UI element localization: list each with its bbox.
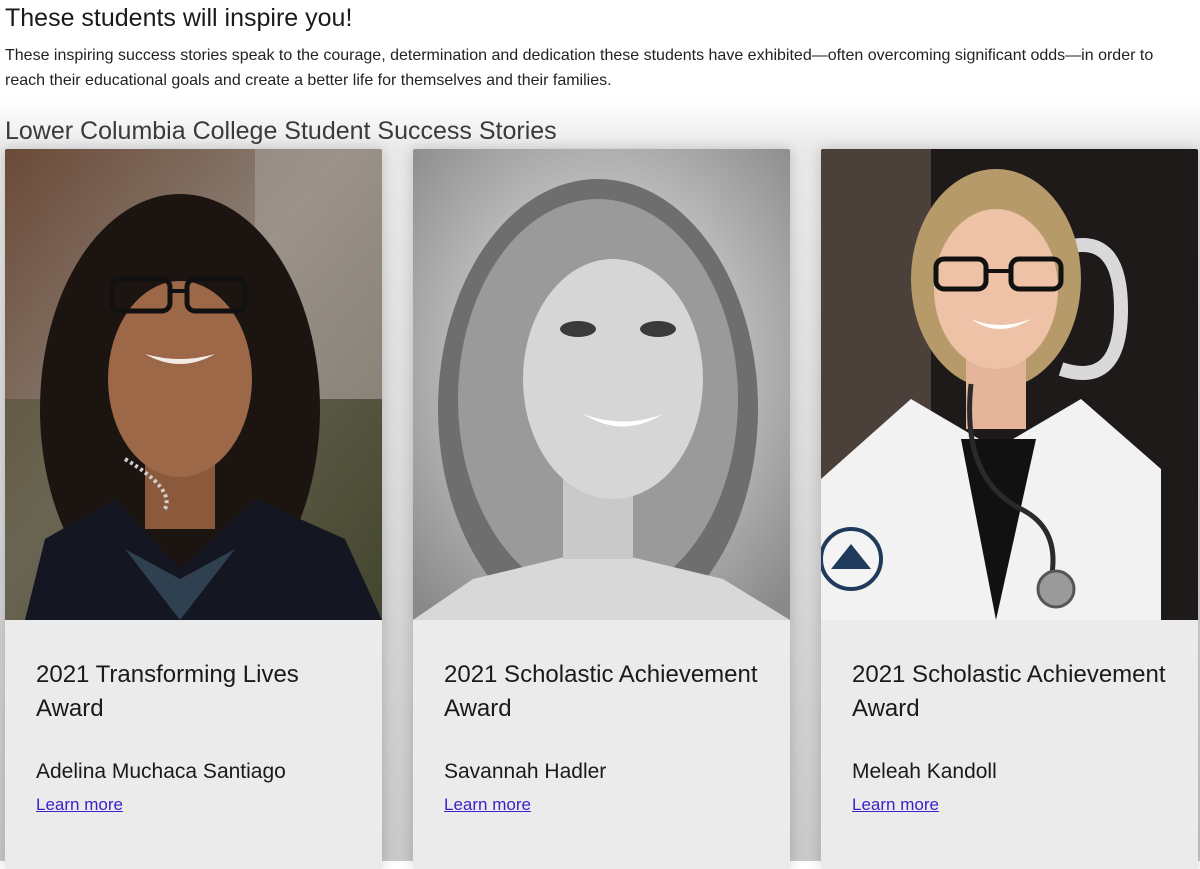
student-photo — [821, 149, 1198, 620]
page-title: These students will inspire you! — [5, 4, 353, 32]
section-title: Lower Columbia College Student Success S… — [5, 117, 557, 145]
student-photo — [5, 149, 382, 620]
student-name: Savannah Hadler — [444, 760, 607, 783]
learn-more-link[interactable]: Learn more — [36, 795, 123, 815]
award-title: 2021 Scholastic Achievement Award — [852, 661, 1166, 722]
award-title: 2021 Scholastic Achievement Award — [444, 661, 758, 722]
award-title: 2021 Transforming Lives Award — [36, 661, 299, 722]
learn-more-link[interactable]: Learn more — [444, 795, 531, 815]
story-card-savannah: 2021 Scholastic Achievement Award Savann… — [413, 149, 790, 869]
story-card-adelina: 2021 Transforming Lives Award Adelina Mu… — [5, 149, 382, 869]
student-photo — [413, 149, 790, 620]
story-card-meleah: 2021 Scholastic Achievement Award Meleah… — [821, 149, 1198, 869]
student-name: Meleah Kandoll — [852, 760, 997, 783]
intro-paragraph: These inspiring success stories speak to… — [5, 47, 1154, 89]
student-name: Adelina Muchaca Santiago — [36, 760, 286, 783]
learn-more-link[interactable]: Learn more — [852, 795, 939, 815]
